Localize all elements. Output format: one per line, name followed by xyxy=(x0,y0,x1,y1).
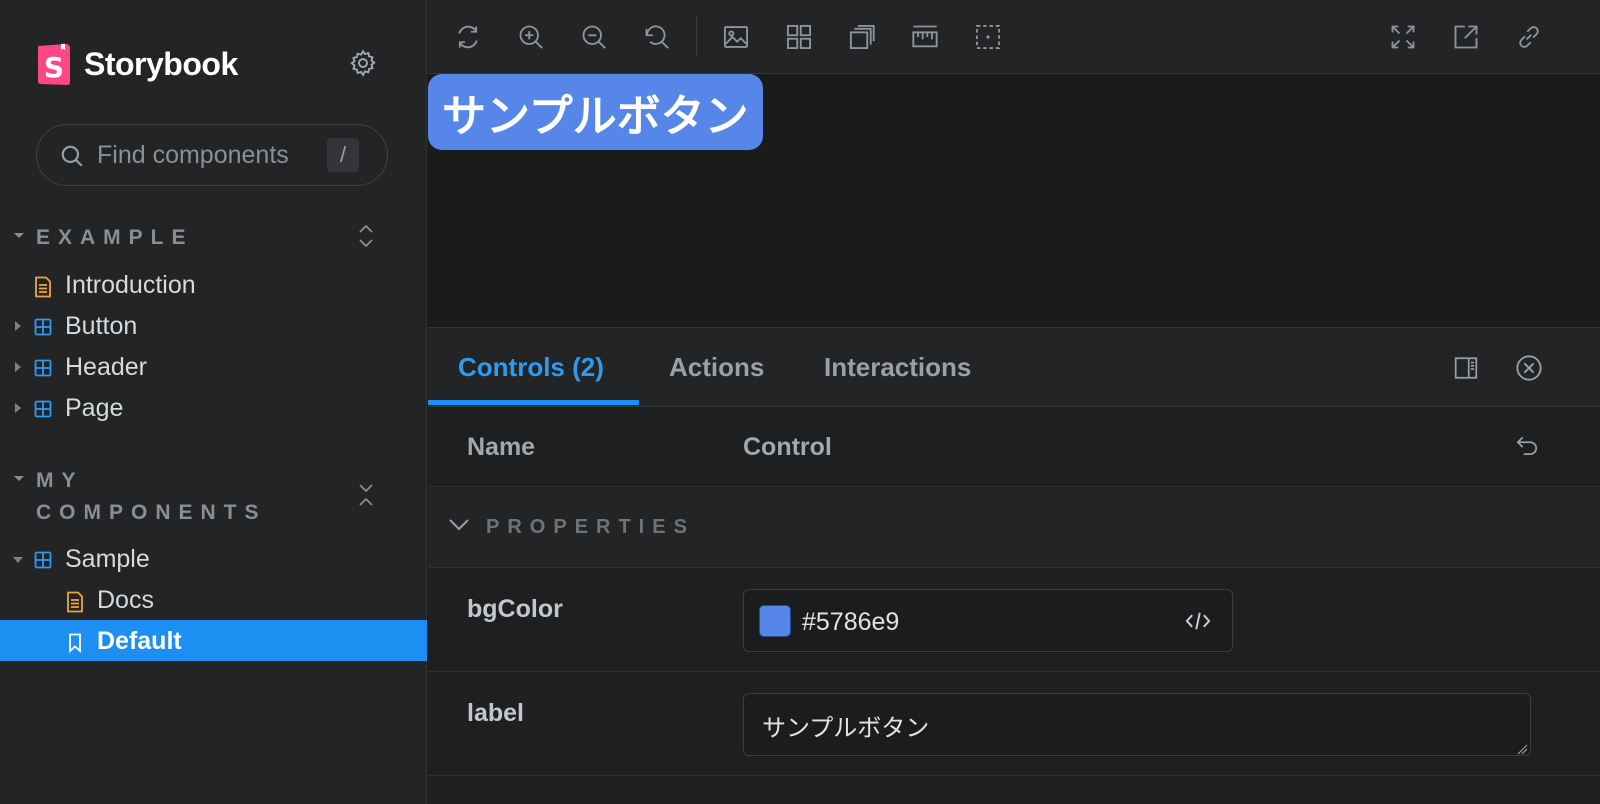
open-new-tab-icon xyxy=(1454,25,1478,49)
controls-table-header: Name Control xyxy=(428,407,1600,487)
sidebar-item-label: Button xyxy=(65,312,138,340)
group-header-example[interactable]: EXAMPLE xyxy=(12,222,412,254)
sample-button[interactable]: サンプルボタン xyxy=(428,74,763,150)
grid-icon xyxy=(786,24,812,50)
grid-button[interactable] xyxy=(782,20,816,54)
fullscreen-icon xyxy=(1391,25,1415,49)
background-icon xyxy=(723,26,749,48)
toolbar-separator xyxy=(696,16,697,56)
fullscreen-button[interactable] xyxy=(1386,20,1420,54)
copy-link-button[interactable] xyxy=(1512,20,1546,54)
active-tab-indicator xyxy=(428,400,639,405)
remount-icon xyxy=(458,25,478,49)
column-header-name: Name xyxy=(467,433,536,461)
search-input[interactable] xyxy=(97,135,317,175)
zoom-in-icon xyxy=(519,25,543,49)
gear-icon xyxy=(350,49,376,77)
svg-text:S: S xyxy=(44,51,64,84)
preview-toolbar xyxy=(428,0,1600,74)
sidebar-item-page[interactable]: Page xyxy=(0,387,427,428)
close-icon xyxy=(1516,355,1542,381)
copy-link-icon xyxy=(1519,26,1539,48)
panel-orientation-button[interactable] xyxy=(1450,352,1482,384)
zoom-reset-icon xyxy=(645,25,669,49)
sidebar: S Storybook / EXAMPLE Introduction xyxy=(0,0,427,804)
label-textarea[interactable]: サンプルボタン xyxy=(743,693,1531,756)
sidebar-item-label: Introduction xyxy=(65,271,196,299)
group-header-my-components[interactable]: MY COMPONENTS xyxy=(12,465,412,529)
component-icon xyxy=(34,400,52,418)
sidebar-item-default[interactable]: Default xyxy=(0,620,427,661)
search-box: / xyxy=(36,124,388,186)
open-new-tab-button[interactable] xyxy=(1449,20,1483,54)
zoom-in-button[interactable] xyxy=(514,20,548,54)
sidebar-item-header[interactable]: Header xyxy=(0,346,427,387)
sidebar-right-icon xyxy=(1454,357,1478,379)
sidebar-item-button[interactable]: Button xyxy=(0,305,427,346)
caret-down-icon xyxy=(13,557,23,563)
component-icon xyxy=(34,318,52,336)
sidebar-item-label: Default xyxy=(97,627,182,655)
control-name: label xyxy=(467,699,524,727)
component-icon xyxy=(34,551,52,569)
caret-down-icon xyxy=(14,476,24,481)
search-shortcut-badge: / xyxy=(327,138,359,172)
caret-down-icon xyxy=(14,233,24,238)
outline-icon xyxy=(975,24,1001,50)
chevron-down-icon xyxy=(449,519,469,531)
group-title: EXAMPLE xyxy=(36,226,194,249)
collapse-all-icon[interactable] xyxy=(356,481,376,509)
group-title: MY COMPONENTS xyxy=(36,469,267,524)
control-name: bgColor xyxy=(467,595,563,623)
zoom-out-button[interactable] xyxy=(577,20,611,54)
brand-name: Storybook xyxy=(84,45,238,82)
control-row-bgcolor: bgColor xyxy=(428,569,1600,672)
document-icon xyxy=(35,276,51,298)
zoom-out-icon xyxy=(582,25,606,49)
component-icon xyxy=(34,359,52,377)
control-row-label: label サンプルボタン xyxy=(428,673,1600,776)
reset-controls-icon[interactable] xyxy=(1514,433,1540,459)
sidebar-item-sample[interactable]: Sample xyxy=(0,538,427,579)
outline-button[interactable] xyxy=(971,20,1005,54)
color-control xyxy=(743,589,1233,652)
zoom-reset-button[interactable] xyxy=(640,20,674,54)
preview-canvas: サンプルボタン xyxy=(428,74,1600,327)
measure-button[interactable] xyxy=(908,20,942,54)
remount-button[interactable] xyxy=(451,20,485,54)
search-icon xyxy=(61,145,83,167)
caret-right-icon xyxy=(15,321,21,331)
storybook-logo-icon: S xyxy=(36,42,72,86)
close-panel-button[interactable] xyxy=(1513,352,1545,384)
addon-tabs: Controls (2) Actions Interactions xyxy=(428,328,1600,407)
bookmark-icon xyxy=(69,633,81,653)
section-title: PROPERTIES xyxy=(486,516,695,538)
document-icon xyxy=(67,591,83,613)
section-properties[interactable]: PROPERTIES xyxy=(428,488,1600,568)
sidebar-item-introduction[interactable]: Introduction xyxy=(0,264,427,305)
color-swatch[interactable] xyxy=(759,605,791,637)
sidebar-item-label: Page xyxy=(65,394,124,422)
tab-interactions[interactable]: Interactions xyxy=(824,352,971,383)
sidebar-item-label: Header xyxy=(65,353,147,381)
code-icon[interactable] xyxy=(1184,607,1212,635)
column-header-control: Control xyxy=(743,433,832,461)
caret-right-icon xyxy=(15,403,21,413)
sidebar-item-label: Docs xyxy=(97,586,154,614)
sidebar-item-label: Sample xyxy=(65,545,150,573)
caret-right-icon xyxy=(15,362,21,372)
addon-panel: Controls (2) Actions Interactions Name C… xyxy=(428,327,1600,804)
viewport-icon xyxy=(849,24,875,50)
viewport-button[interactable] xyxy=(845,20,879,54)
settings-button[interactable] xyxy=(348,48,378,78)
background-button[interactable] xyxy=(719,20,753,54)
brand[interactable]: S Storybook xyxy=(36,42,238,86)
tab-controls[interactable]: Controls (2) xyxy=(458,352,604,383)
color-value-input[interactable] xyxy=(802,605,1162,639)
expand-all-icon[interactable] xyxy=(356,222,376,250)
measure-icon xyxy=(912,25,938,48)
tab-actions[interactable]: Actions xyxy=(669,352,764,383)
sidebar-item-docs[interactable]: Docs xyxy=(0,579,427,620)
